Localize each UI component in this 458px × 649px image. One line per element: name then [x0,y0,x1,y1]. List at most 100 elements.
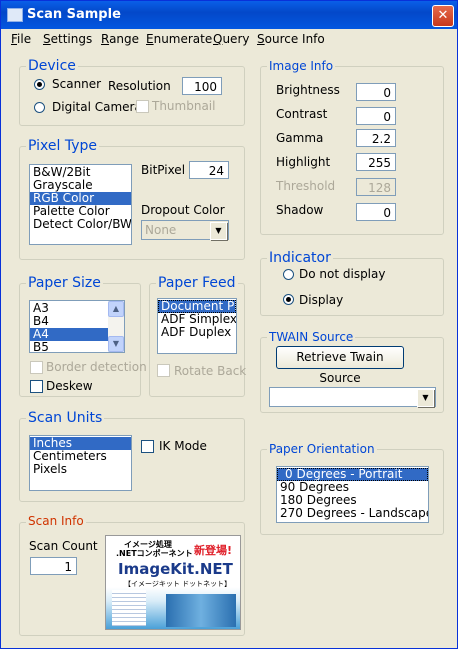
chevron-down-icon: ▼ [210,222,227,240]
device-group: Device Scanner Resolution 100 Digital Ca… [19,58,245,126]
pixel-type-list[interactable]: B&W/2Bit Grayscale RGB Color Palette Col… [29,164,132,245]
retrieve-twain-source-button[interactable]: Retrieve Twain Source [276,346,404,385]
scan-units-group: Scan Units Inches Centimeters Pixels IK … [19,410,245,502]
resolution-label: Resolution [108,79,171,93]
chevron-down-icon[interactable]: ▼ [108,336,124,352]
ad-new-label: 新登場! [194,544,233,557]
shadow-input[interactable]: 0 [356,203,396,221]
ik-mode-label: IK Mode [159,439,207,453]
pixel-type-group: Pixel Type B&W/2Bit Grayscale RGB Color … [19,138,245,260]
menu-range-label: ange [109,32,140,46]
highlight-input[interactable]: 255 [356,153,396,171]
twain-source-group: TWAIN Source Retrieve Twain Source ▼ [260,330,444,413]
ad-text-block [112,590,146,626]
paper-orientation-list[interactable]: 0 Degrees - Portrait 90 Degrees 180 Degr… [276,466,429,523]
paper-orientation-group: Paper Orientation 0 Degrees - Portrait 9… [260,442,444,535]
bitpixel-input[interactable]: 24 [189,161,229,179]
deskew-label: Deskew [46,379,93,393]
scan-info-title: Scan Info [26,514,86,528]
threshold-input[interactable]: 128 [356,178,396,196]
paper-feed-group: Paper Feed Document Plate ADF Simplex AD… [149,275,247,397]
imagekit-ad-image: イメージ処理 .NETコンポーネント 新登場! ImageKit.NET 【イメ… [105,535,241,630]
paper-feed-title: Paper Feed [156,275,238,291]
border-detection-label: Border detection [46,360,147,374]
list-item[interactable]: ADF Duplex [158,326,236,339]
paper-orientation-title: Paper Orientation [267,442,377,456]
scan-units-title: Scan Units [26,410,105,426]
chevron-down-icon: ▼ [417,389,434,407]
window-title: Scan Sample [27,7,121,22]
highlight-label: Highlight [276,155,331,169]
twain-source-select[interactable]: ▼ [269,387,436,407]
indicator-title: Indicator [267,250,333,266]
threshold-label: Threshold [276,179,336,193]
resolution-input[interactable]: 100 [182,77,222,95]
scanner-radio[interactable] [34,79,45,90]
chevron-up-icon[interactable]: ▲ [108,301,124,317]
gamma-label: Gamma [276,131,324,145]
menu-source-info[interactable]: Source Info [257,32,325,46]
contrast-label: Contrast [276,107,328,121]
paper-size-title: Paper Size [26,275,103,291]
contrast-input[interactable]: 0 [356,107,396,125]
menu-bar: File Settings Range Enumerate Query Sour… [1,29,457,49]
bitpixel-label: BitPixel [141,163,186,177]
brightness-input[interactable]: 0 [356,83,396,101]
shadow-label: Shadow [276,203,324,217]
image-info-group: Image Info Brightness 0 Contrast 0 Gamma… [260,59,444,235]
brightness-label: Brightness [276,83,340,97]
paper-size-scrollbar[interactable]: ▲ ▼ [108,301,124,352]
menu-enumerate-label: numerate [153,32,213,46]
menu-source-info-accel: S [257,32,265,46]
menu-enumerate-accel: E [146,32,154,46]
menu-settings-accel: S [43,32,51,46]
scan-count-label: Scan Count [29,539,98,553]
image-info-title: Image Info [267,59,336,73]
menu-file[interactable]: File [11,32,31,46]
ad-building-image [166,594,236,627]
menu-range[interactable]: Range [101,32,139,46]
deskew-checkbox[interactable] [30,380,43,393]
twain-source-title: TWAIN Source [267,330,356,344]
thumbnail-label: Thumbnail [152,99,216,113]
digital-camera-radio[interactable] [34,102,45,113]
paper-size-list[interactable]: A3 B4 A4 B5 ▲ ▼ [29,300,125,353]
list-item[interactable]: Pixels [30,463,131,476]
close-button[interactable]: ✕ [432,5,454,27]
do-not-display-radio[interactable] [283,269,294,280]
thumbnail-checkbox[interactable] [136,100,149,113]
list-item[interactable]: 270 Degrees - Landscape [277,507,428,520]
display-label: Display [299,293,344,307]
title-bar: Scan Sample ✕ [1,1,457,29]
menu-enumerate[interactable]: Enumerate [146,32,212,46]
scan-units-list[interactable]: Inches Centimeters Pixels [29,435,132,491]
menu-source-info-label: ource Info [264,32,325,46]
indicator-group: Indicator Do not display Display [260,250,444,316]
paper-size-group: Paper Size A3 B4 A4 B5 ▲ ▼ Border detect… [19,275,147,397]
menu-query[interactable]: Query [213,32,249,46]
scan-count-input[interactable]: 1 [30,557,77,575]
menu-range-accel: R [101,32,110,46]
dropout-color-label: Dropout Color [141,203,225,217]
pixel-type-title: Pixel Type [26,138,99,154]
rotate-back-label: Rotate Back [174,364,247,378]
menu-settings[interactable]: Settings [43,32,92,46]
ad-line2: .NETコンポーネント [116,549,193,558]
ik-mode-checkbox[interactable] [141,440,154,453]
display-radio[interactable] [283,294,294,305]
dropout-color-value: None [145,223,177,237]
ad-brand: ImageKit.NET [118,560,233,578]
do-not-display-label: Do not display [299,267,386,281]
ad-subtitle: 【イメージキット ドットネット】 [124,580,232,588]
list-item[interactable]: Detect Color/BW [30,218,131,231]
scanner-label: Scanner [52,77,102,91]
gamma-input[interactable]: 2.2 [356,129,396,147]
paper-feed-list[interactable]: Document Plate ADF Simplex ADF Duplex [157,298,237,354]
scan-info-group: Scan Info Scan Count 1 イメージ処理 .NETコンポーネン… [19,514,245,636]
border-detection-checkbox[interactable] [30,361,43,374]
dropout-color-select[interactable]: None ▼ [141,220,229,240]
device-title: Device [26,58,78,74]
menu-file-label: ile [17,32,32,46]
main-window: Scan Sample ✕ File Settings Range Enumer… [0,0,458,649]
rotate-back-checkbox[interactable] [157,364,170,377]
